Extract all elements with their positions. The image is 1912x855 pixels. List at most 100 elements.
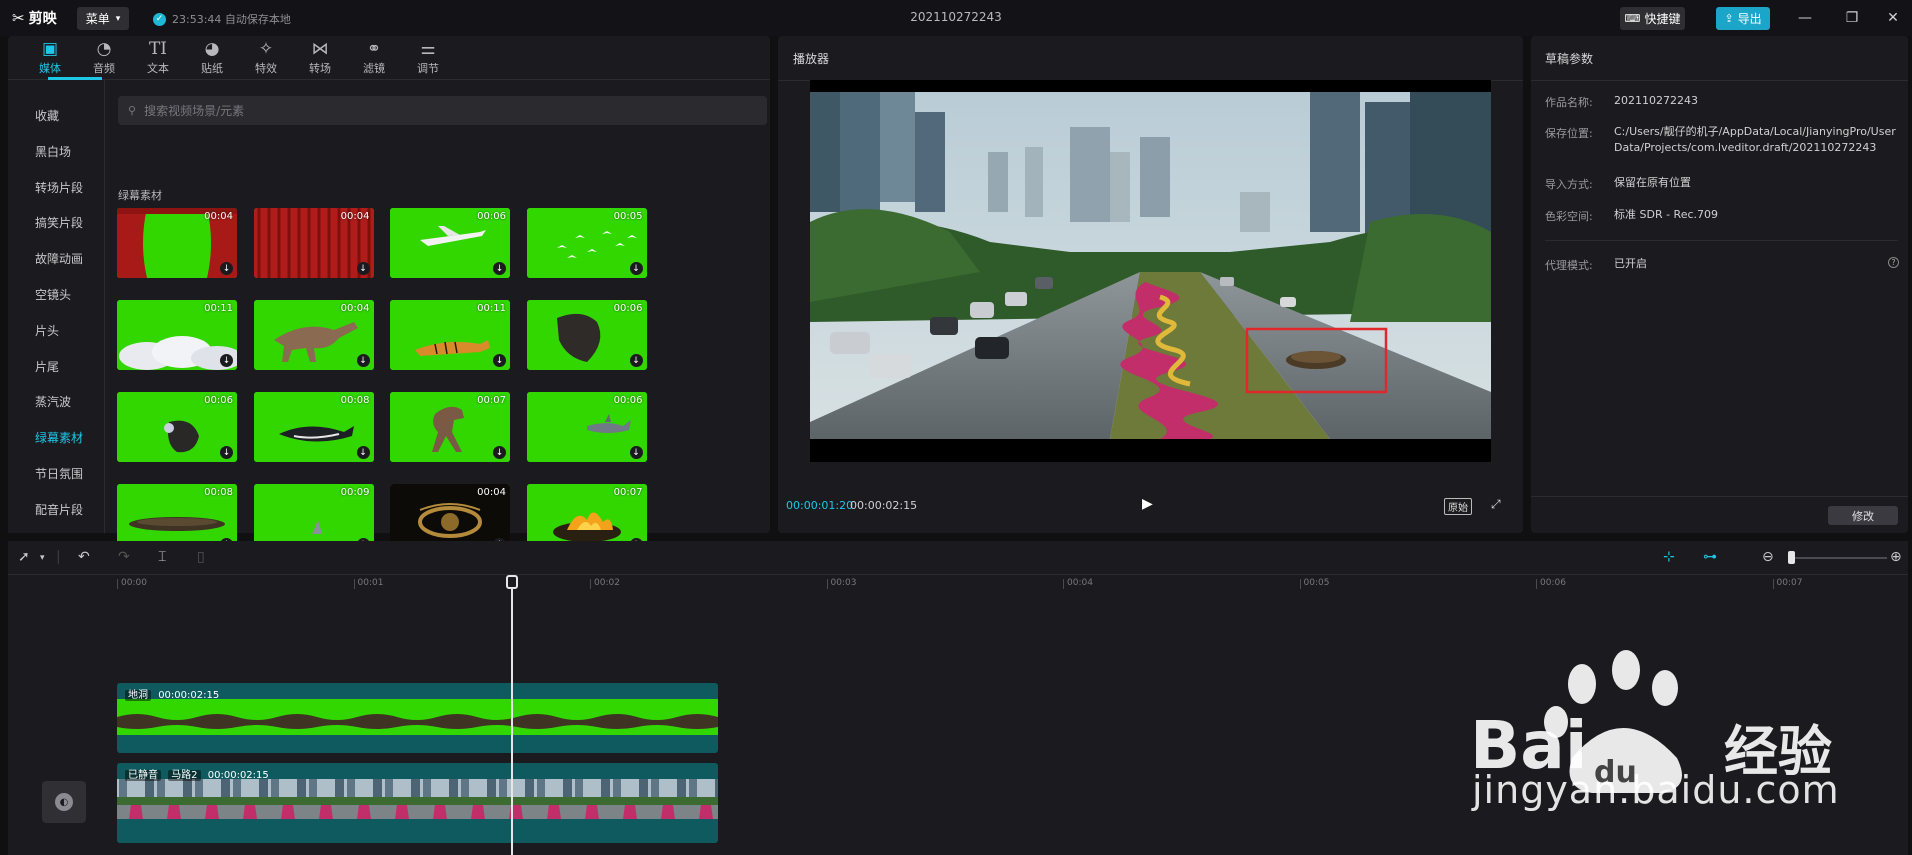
tab-label: 滤镜 <box>363 62 385 75</box>
category-item[interactable]: 蒸汽波 <box>35 393 71 410</box>
mute-badge: 已静音 <box>125 770 161 781</box>
fullscreen-icon[interactable]: ⤢ <box>1491 497 1501 512</box>
tab-sticker[interactable]: ◕ 贴纸 <box>185 36 239 80</box>
tab-text[interactable]: TI 文本 <box>131 36 185 80</box>
playhead[interactable] <box>506 575 518 855</box>
download-icon[interactable]: ↓ <box>493 446 506 459</box>
help-icon[interactable]: ? <box>1888 257 1899 268</box>
sticker-icon: ◕ <box>204 39 220 59</box>
category-item[interactable]: 空镜头 <box>35 286 71 303</box>
export-icon: ⇪ <box>1724 12 1734 25</box>
material-thumbnail[interactable]: 00:04 ↓ <box>253 300 374 370</box>
category-item[interactable]: 故障动画 <box>35 250 83 267</box>
tab-label: 文本 <box>147 62 169 75</box>
zoom-out-icon[interactable]: ⊖ <box>1762 549 1774 565</box>
material-duration: 00:09 <box>340 487 370 498</box>
material-thumbnail[interactable]: 00:06 ↓ <box>526 392 647 462</box>
material-thumbnail[interactable]: 00:05 ↓ <box>526 208 647 278</box>
ruler-tick: 00:07 <box>1772 579 1802 589</box>
split-icon[interactable]: ⌶ <box>158 549 166 565</box>
clip-sticker-hole[interactable]: 地洞 00:00:02:15 <box>117 683 718 753</box>
draft-label: 色彩空间: <box>1545 210 1593 223</box>
tab-label: 转场 <box>309 62 331 75</box>
tab-adjust[interactable]: ⚌ 调节 <box>401 36 455 80</box>
material-thumbnail[interactable]: 00:08 ↓ <box>253 392 374 462</box>
magnet-icon[interactable]: ⊹ <box>1663 549 1675 565</box>
preview-viewport[interactable] <box>810 80 1491 462</box>
shortcut-button[interactable]: ⌨ 快捷键 <box>1620 7 1685 30</box>
category-item[interactable]: 片尾 <box>35 358 59 375</box>
maximize-icon[interactable]: ❐ <box>1837 6 1867 30</box>
export-label: 导出 <box>1737 12 1762 26</box>
play-icon[interactable]: ▶ <box>1142 496 1153 512</box>
tab-transition[interactable]: ⋈ 转场 <box>293 36 347 80</box>
category-item[interactable]: 搞笑片段 <box>35 214 83 231</box>
draft-label: 导入方式: <box>1545 178 1593 191</box>
search-input[interactable] <box>144 103 705 118</box>
material-duration: 00:04 <box>477 487 506 498</box>
clip-main-road[interactable]: 已静音 马路2 00:00:02:15 <box>117 763 718 843</box>
category-item[interactable]: 节日氛围 <box>35 465 83 482</box>
material-thumbnail[interactable]: 00:11 ↓ <box>390 300 510 370</box>
select-tool-icon[interactable]: ➚ <box>18 549 30 565</box>
material-thumbnail[interactable]: 00:04 ↓ <box>253 208 374 278</box>
download-icon[interactable]: ↓ <box>629 446 643 459</box>
minimize-icon[interactable]: — <box>1790 6 1820 30</box>
category-item[interactable]: 片头 <box>35 322 59 339</box>
zoom-in-icon[interactable]: ⊕ <box>1890 549 1902 565</box>
tab-filter[interactable]: ⚭ 滤镜 <box>347 36 401 80</box>
zoom-slider-handle[interactable] <box>1788 551 1795 564</box>
material-thumbnail[interactable]: 00:06 ↓ <box>117 392 237 462</box>
draft-value: 保留在原有位置 <box>1614 176 1691 189</box>
download-icon[interactable]: ↓ <box>220 262 233 275</box>
baidu-jingyan-watermark: Bai du 经验 <box>1470 650 1832 793</box>
text-icon: TI <box>148 39 168 59</box>
material-thumbnail[interactable]: 00:06 ↓ <box>526 300 647 370</box>
download-icon[interactable]: ↓ <box>493 262 506 275</box>
category-item[interactable]: 绿幕素材 <box>35 429 83 446</box>
category-item[interactable]: 配音片段 <box>35 501 83 518</box>
category-item[interactable]: 黑白场 <box>35 143 71 160</box>
delete-icon[interactable]: ▯ <box>197 549 205 565</box>
category-item[interactable]: 转场片段 <box>35 179 83 196</box>
download-icon[interactable]: ↓ <box>629 354 643 367</box>
material-thumbnail[interactable]: 00:07 ↓ <box>390 392 510 462</box>
search-bar[interactable]: ⚲ <box>118 96 767 125</box>
zoom-slider-track[interactable] <box>1795 557 1887 559</box>
material-thumbnail[interactable]: 00:11 ↓ <box>117 300 237 370</box>
time-ruler[interactable]: 00:00 00:01 00:02 00:03 00:04 00:05 00:06 00:07 <box>8 575 1908 597</box>
material-duration: 00:06 <box>204 395 233 406</box>
link-icon[interactable]: ⊶ <box>1703 549 1717 565</box>
close-icon[interactable]: ✕ <box>1878 6 1908 30</box>
download-icon[interactable]: ↓ <box>356 446 370 459</box>
playhead-handle[interactable] <box>506 575 518 589</box>
cover-button[interactable]: ◐ <box>42 781 86 823</box>
download-icon[interactable]: ↓ <box>493 354 506 367</box>
modify-button[interactable]: 修改 <box>1828 506 1898 525</box>
material-thumbnail[interactable]: 00:06 ↓ <box>390 208 510 278</box>
ratio-button[interactable]: 原始 <box>1444 498 1472 515</box>
download-icon[interactable]: ↓ <box>220 446 233 459</box>
divider <box>1531 80 1908 81</box>
adjust-icon: ⚌ <box>420 39 436 59</box>
menu-button[interactable]: 菜单 ▾ <box>77 7 129 30</box>
undo-icon[interactable]: ↶ <box>78 549 90 565</box>
tab-effects[interactable]: ✧ 特效 <box>239 36 293 80</box>
current-time: 00:00:01:20 <box>786 499 854 512</box>
download-icon[interactable]: ↓ <box>356 262 370 275</box>
jianying-logo-icon: ✂ <box>12 9 25 27</box>
category-item[interactable]: 收藏 <box>35 107 59 124</box>
redo-icon[interactable]: ↷ <box>118 549 130 565</box>
tab-label: 音频 <box>93 62 115 75</box>
download-icon[interactable]: ↓ <box>356 354 370 367</box>
download-icon[interactable]: ↓ <box>220 354 233 367</box>
total-time: 00:00:02:15 <box>850 499 918 512</box>
tab-audio[interactable]: ◔ 音频 <box>77 36 131 80</box>
material-thumbnail[interactable]: 00:04 ↓ <box>117 208 237 278</box>
export-button[interactable]: ⇪ 导出 <box>1716 7 1770 30</box>
draft-value: 已开启 <box>1614 257 1647 270</box>
chevron-down-icon[interactable]: ▾ <box>40 553 45 563</box>
download-icon[interactable]: ↓ <box>629 262 643 275</box>
tab-media[interactable]: ▣ 媒体 <box>23 36 77 80</box>
divider <box>1545 240 1898 241</box>
